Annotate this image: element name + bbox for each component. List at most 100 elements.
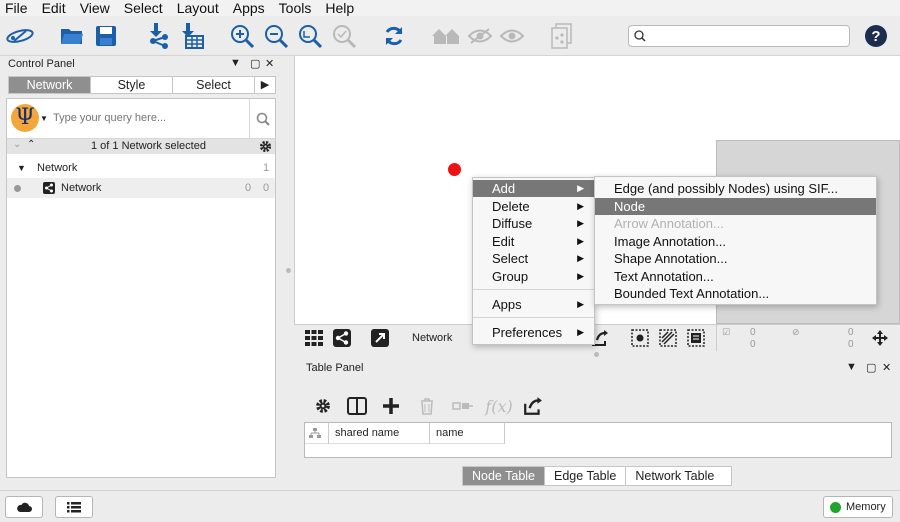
columns-icon[interactable]	[346, 395, 368, 417]
status-bar: Memory	[0, 490, 900, 522]
tab-edge-table[interactable]: Edge Table	[545, 467, 627, 485]
column-header-name[interactable]: name	[430, 423, 505, 444]
panel-menu-icon[interactable]: ▼	[846, 361, 857, 373]
menu-select[interactable]: Select	[119, 0, 163, 16]
gear-icon[interactable]	[312, 395, 334, 417]
chevron-down-icon[interactable]: ▼	[40, 114, 48, 123]
home-icon[interactable]	[430, 22, 462, 50]
submenu-add-shape-annotation[interactable]: Shape Annotation...	[595, 250, 876, 267]
link-table-icon[interactable]	[450, 395, 476, 417]
menu-layout[interactable]: Layout	[172, 0, 219, 16]
zoom-out-icon[interactable]	[262, 22, 290, 50]
context-menu-diffuse[interactable]: Diffuse ▶	[473, 215, 594, 232]
cloud-button[interactable]	[5, 496, 43, 518]
tab-network-table[interactable]: Network Table	[626, 467, 723, 485]
menu-help[interactable]: Help	[320, 0, 354, 16]
zoom-selected-icon[interactable]	[330, 22, 358, 50]
expand-all-icon[interactable]: ⌄	[13, 139, 21, 150]
submenu-add-edge[interactable]: Edge (and possibly Nodes) using SIF...	[595, 180, 876, 197]
submenu-add-image-annotation[interactable]: Image Annotation...	[595, 233, 876, 250]
menu-separator	[473, 289, 594, 290]
refresh-icon[interactable]	[380, 22, 408, 50]
float-panel-icon[interactable]: ▢	[250, 57, 260, 70]
export-table-icon[interactable]	[522, 395, 544, 417]
delete-column-icon[interactable]	[416, 395, 438, 417]
grid-view-icon[interactable]	[304, 328, 324, 348]
save-icon[interactable]	[92, 22, 120, 50]
context-menu-add[interactable]: Add ▶	[473, 180, 594, 197]
tab-node-table[interactable]: Node Table	[463, 467, 546, 485]
context-menu-group[interactable]: Group ▶	[473, 268, 594, 285]
collapse-triangle-icon[interactable]: ▼	[17, 163, 26, 173]
float-panel-icon[interactable]: ▢	[866, 361, 876, 374]
tab-more-icon[interactable]: ▶	[255, 77, 275, 93]
task-list-button[interactable]	[55, 496, 93, 518]
show-icon[interactable]	[498, 22, 526, 50]
select-annotations-icon[interactable]	[686, 328, 706, 348]
submenu-add-node[interactable]: Node	[595, 197, 876, 215]
import-table-icon[interactable]	[178, 22, 206, 50]
zoom-in-icon[interactable]	[228, 22, 256, 50]
export-network-icon[interactable]	[548, 22, 576, 50]
detach-view-icon[interactable]	[370, 328, 390, 348]
close-panel-icon[interactable]: ✕	[882, 361, 891, 374]
submenu-arrow-icon: ▶	[577, 327, 584, 337]
context-menu-delete[interactable]: Delete ▶	[473, 198, 594, 215]
tab-style[interactable]: Style	[91, 77, 173, 93]
select-edges-icon[interactable]	[658, 328, 678, 348]
submenu-arrow-icon: ▶	[577, 253, 584, 263]
psi-search-icon[interactable]: Ψ	[11, 104, 39, 132]
gear-icon[interactable]	[259, 140, 272, 153]
panel-divider-handle[interactable]	[594, 352, 599, 357]
share-network-icon[interactable]	[332, 328, 352, 348]
pan-navigator-icon[interactable]	[870, 328, 890, 348]
network-node[interactable]	[448, 163, 461, 176]
query-search-button[interactable]	[249, 99, 275, 139]
search-field[interactable]	[628, 25, 850, 47]
network-selection-status: 1 of 1 Network selected	[91, 140, 206, 152]
tab-select[interactable]: Select	[173, 77, 255, 93]
context-menu-preferences[interactable]: Preferences ▶	[473, 324, 594, 341]
hidden-nodes-count: 0	[848, 327, 854, 338]
collapse-all-icon[interactable]: ⌃	[27, 139, 35, 150]
submenu-add-bounded-text-annotation[interactable]: Bounded Text Annotation...	[595, 285, 876, 302]
import-network-icon[interactable]	[144, 22, 172, 50]
toolbar: ?	[0, 16, 900, 56]
panel-divider-handle[interactable]	[286, 268, 291, 273]
menu-tools[interactable]: Tools	[274, 0, 312, 16]
context-menu-select[interactable]: Select ▶	[473, 250, 594, 267]
tree-network-row[interactable]: Network 0 0	[7, 178, 275, 198]
network-status-bar: ⌄ ⌃ 1 of 1 Network selected	[7, 139, 275, 154]
menu-view[interactable]: View	[75, 0, 110, 16]
query-row: Ψ ▼	[7, 99, 275, 139]
add-column-icon[interactable]	[380, 395, 402, 417]
menu-file[interactable]: File	[0, 0, 28, 16]
node-table[interactable]: shared name name	[304, 422, 892, 458]
memory-button[interactable]: Memory	[823, 496, 893, 518]
open-folder-icon[interactable]	[58, 22, 86, 50]
submenu-add-text-annotation[interactable]: Text Annotation...	[595, 268, 876, 285]
context-menu-edit[interactable]: Edit ▶	[473, 233, 594, 250]
add-submenu: Edge (and possibly Nodes) using SIF... N…	[594, 176, 877, 305]
select-nodes-icon[interactable]	[630, 328, 650, 348]
network-icon	[43, 182, 55, 194]
help-icon[interactable]: ?	[862, 22, 890, 50]
menu-edit[interactable]: Edit	[37, 0, 66, 16]
tree-collection-row[interactable]: ▼ Network 1	[7, 158, 275, 178]
table-panel-title: Table Panel	[306, 362, 364, 374]
function-builder-icon[interactable]: f(x)	[484, 395, 514, 417]
network-node-count: 0	[245, 182, 252, 194]
hide-icon[interactable]	[466, 22, 494, 50]
network-status-dot	[14, 185, 21, 192]
tab-network[interactable]: Network	[9, 77, 91, 93]
panel-menu-icon[interactable]: ▼	[230, 57, 241, 69]
menu-apps[interactable]: Apps	[228, 0, 265, 16]
zoom-fit-icon[interactable]	[296, 22, 324, 50]
close-panel-icon[interactable]: ✕	[265, 57, 274, 70]
context-menu-apps[interactable]: Apps ▶	[473, 296, 594, 313]
hierarchy-icon[interactable]	[305, 423, 329, 444]
search-icon	[634, 30, 646, 42]
submenu-arrow-icon: ▶	[577, 218, 584, 228]
column-header-shared-name[interactable]: shared name	[329, 423, 430, 444]
query-input[interactable]	[51, 103, 247, 133]
